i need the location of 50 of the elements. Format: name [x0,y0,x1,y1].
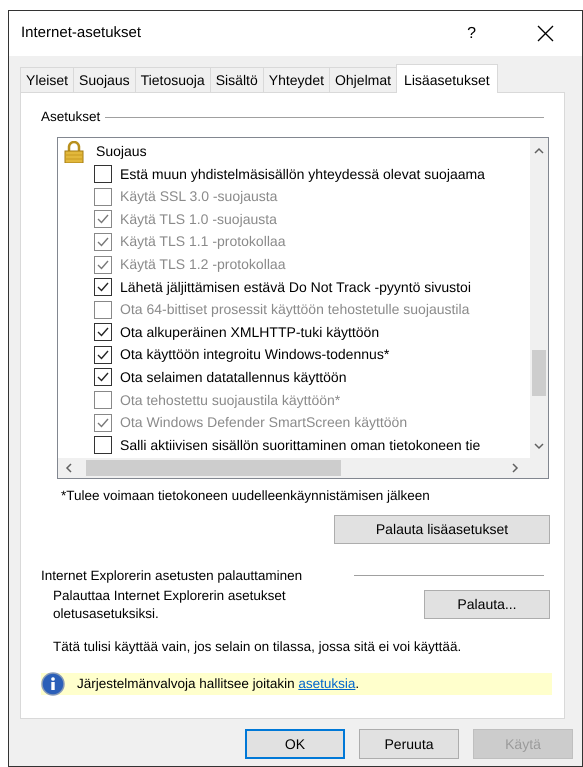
setting-label: Estä muun yhdistelmäsisällön yhteydessä olevat suojaama [120,164,485,184]
checkmark-icon [96,325,110,340]
scroll-right-icon[interactable] [512,463,519,474]
checkbox[interactable] [94,436,112,454]
dialog-button[interactable]: OK [245,729,345,759]
setting-label: Ota Windows Defender SmartScreen käyttöön [120,413,408,432]
setting-label: Käytä SSL 3.0 -suojausta [120,187,278,206]
checkbox[interactable] [94,278,112,296]
description-text: Palauttaa Internet Explorerin asetukset oletusasetuksiksi. [53,586,287,623]
settings-list[interactable] [57,137,549,480]
setting-label: Ota tehostettu suojaustila käyttöön* [120,390,340,410]
footnote: *Tulee voimaan tietokoneen uudelleenkäynnistämisen jälkeen [61,487,431,506]
checkmark-icon [96,212,110,226]
tab[interactable]: Yleiset [20,67,74,92]
note-text: Tätä tulisi käyttää vain, jos selain on tilassa, jossa sitä ei voi käyttää. [53,638,462,656]
setting-label: Käytä TLS 1.2 -protokollaa [120,255,286,274]
window-title: Internet-asetukset [21,23,142,44]
horizontal-scrollbar[interactable] [58,458,548,478]
help-button[interactable]: ? [463,22,480,46]
restore-button[interactable]: Palauta lisäasetukset [334,514,550,544]
group-title: Asetukset [41,108,100,126]
setting-label: Käytä TLS 1.0 -suojausta [120,210,277,229]
scrollbar-thumb[interactable] [86,460,341,476]
dialog-button[interactable]: Peruuta [359,729,459,759]
setting-label: Ota selaimen datatallennus käyttöön [120,368,346,387]
checkbox[interactable] [94,346,112,364]
setting-label: Salli aktiivisen sisällön suorittaminen oman tietokoneen tie [120,436,480,455]
setting-label: Lähetä jäljittämisen estävä Do Not Track -pyyntö sivustoi [120,278,471,297]
checkmark-icon [96,280,110,294]
lock-icon [64,140,84,163]
scroll-down-icon[interactable] [534,443,544,450]
scroll-up-icon[interactable] [534,147,544,154]
setting-label: Ota 64-bittiset prosessit käyttöön tehostetulle suojaustila [120,300,470,320]
scrollbar-thumb[interactable] [532,350,546,396]
info-text: Järjestelmänvalvoja hallitsee joitakin asetuksia. [77,674,360,693]
checkbox[interactable] [94,165,112,184]
checkbox[interactable] [94,323,112,342]
tab[interactable]: Lisäasetukset [396,64,498,93]
settings-link[interactable]: asetuksia [298,676,356,691]
reset-button[interactable]: Palauta... [424,590,550,619]
setting-label: Käytä TLS 1.1 -protokollaa [120,232,286,252]
checkbox[interactable] [94,368,112,386]
group-title: Internet Explorerin asetusten palauttaminen [41,566,302,585]
checkmark-icon [96,370,110,384]
vertical-scrollbar[interactable] [530,138,548,458]
info-icon [41,672,65,696]
scroll-left-icon[interactable] [65,463,72,474]
category-label: Suojaus [96,142,147,162]
setting-label: Ota käyttöön integroitu Windows-todennus* [120,345,390,364]
setting-label: Ota alkuperäinen XMLHTTP-tuki käyttöön [120,322,380,342]
